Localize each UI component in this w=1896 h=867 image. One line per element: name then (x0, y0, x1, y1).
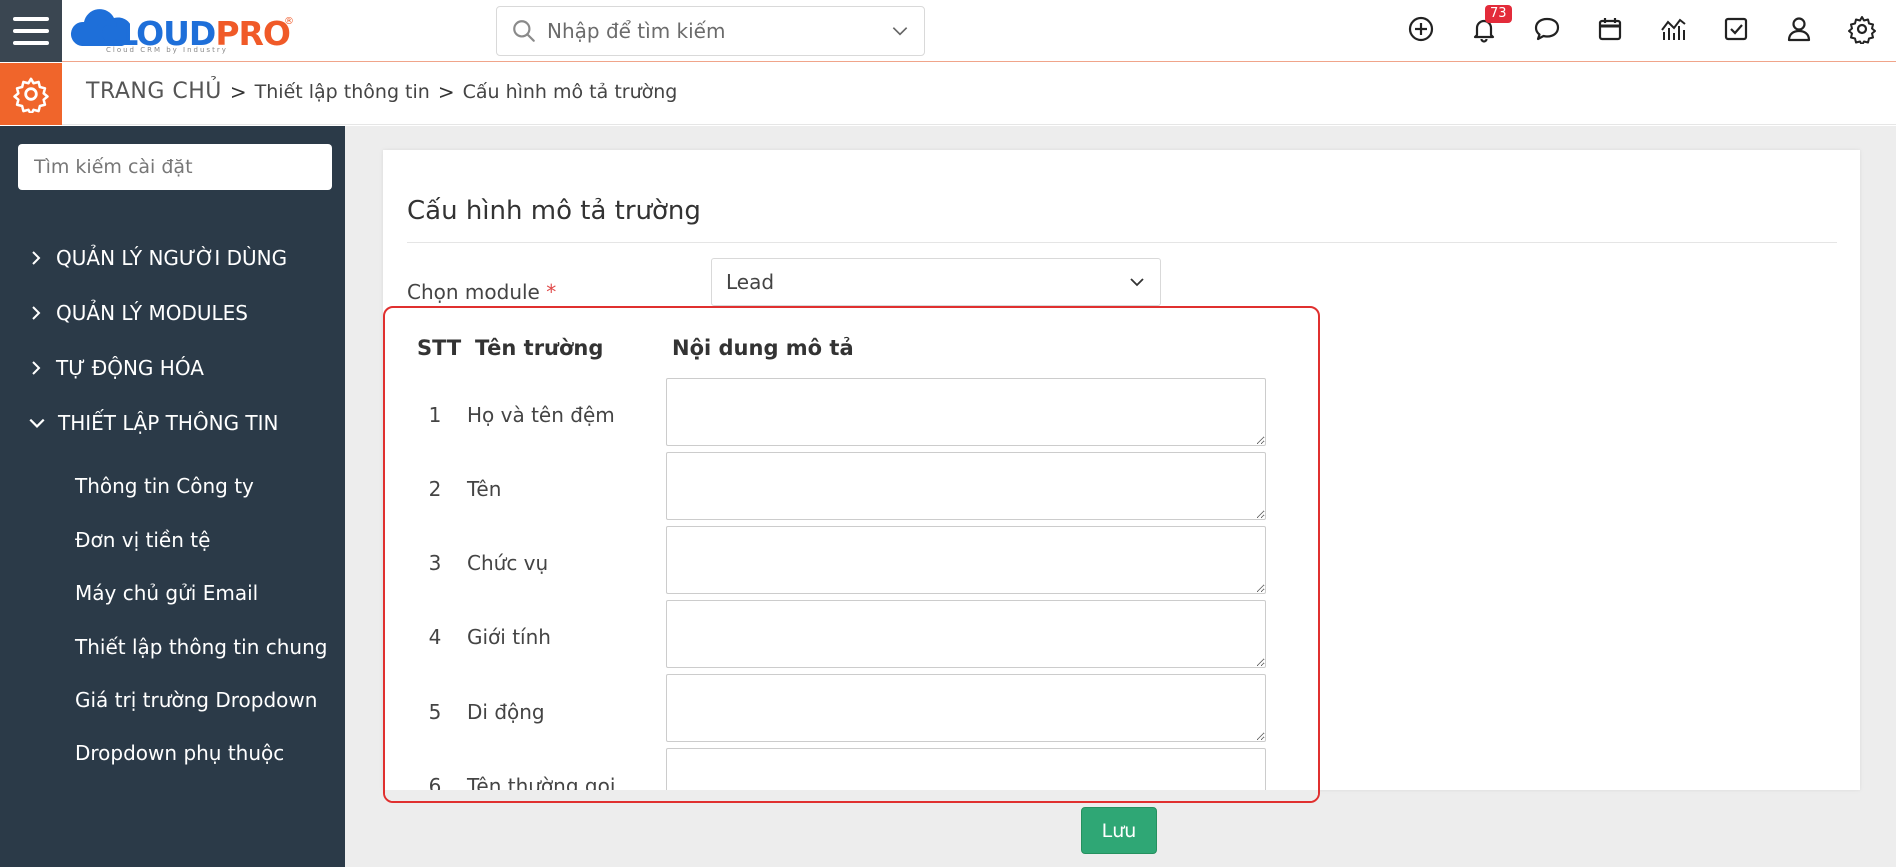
hamburger-menu-icon[interactable] (0, 0, 62, 62)
sidebar-group-label: QUẢN LÝ NGƯỜI DÙNG (56, 246, 288, 270)
breadcrumb-bar: TRANG CHỦ > Thiết lập thông tin > Cấu hì… (0, 63, 1896, 125)
row-field-name: Di động (467, 700, 545, 724)
row-field-name: Tên (467, 477, 502, 501)
row-number: 3 (428, 551, 442, 575)
task-check-icon[interactable] (1721, 14, 1751, 44)
gear-icon[interactable] (1847, 14, 1877, 46)
required-mark: * (546, 280, 557, 304)
page-title: Cấu hình mô tả trường (407, 196, 701, 226)
row-field-name: Chức vụ (467, 551, 549, 575)
row-number: 5 (428, 700, 442, 724)
sidebar-item-general-settings[interactable]: Thiết lập thông tin chung (75, 635, 327, 659)
sidebar-item-dependent-dropdown[interactable]: Dropdown phụ thuộc (75, 741, 284, 765)
global-search-input[interactable] (547, 19, 890, 43)
breadcrumb-separator: > (437, 79, 455, 104)
chevron-right-icon (32, 251, 41, 265)
global-search[interactable] (496, 6, 925, 56)
save-button[interactable]: Lưu (1081, 807, 1157, 854)
logo-registered-mark: ® (284, 16, 294, 27)
sidebar-group-label: THIẾT LẬP THÔNG TIN (58, 411, 279, 435)
sidebar-item-company-info[interactable]: Thông tin Công ty (75, 474, 254, 498)
search-icon (513, 20, 535, 42)
breadcrumb-level1[interactable]: Thiết lập thông tin (255, 81, 430, 103)
chevron-right-icon (32, 306, 41, 320)
description-textarea-5[interactable] (666, 674, 1266, 742)
report-chart-icon[interactable] (1658, 14, 1688, 44)
sidebar-group-module-management[interactable]: QUẢN LÝ MODULES (28, 301, 248, 325)
description-textarea-4[interactable] (666, 600, 1266, 668)
module-label: Chọn module * (407, 280, 556, 304)
sidebar-group-information-setup[interactable]: THIẾT LẬP THÔNG TIN (28, 411, 279, 435)
column-header-no: STT (417, 336, 462, 360)
sidebar-item-email-server[interactable]: Máy chủ gửi Email (75, 581, 258, 605)
chevron-right-icon (32, 361, 41, 375)
plus-circle-icon[interactable] (1406, 14, 1436, 44)
sidebar-group-label: TỰ ĐỘNG HÓA (56, 356, 204, 380)
breadcrumb: TRANG CHỦ > Thiết lập thông tin > Cấu hì… (86, 79, 677, 104)
field-description-table: STT Tên trường Nội dung mô tả 1 Họ và tê… (383, 306, 1320, 803)
module-select[interactable]: Lead (711, 258, 1161, 306)
settings-sidebar: QUẢN LÝ NGƯỜI DÙNG QUẢN LÝ MODULES TỰ ĐỘ… (0, 126, 345, 867)
breadcrumb-home[interactable]: TRANG CHỦ (86, 79, 222, 104)
notification-badge: 73 (1485, 5, 1512, 23)
module-label-text: Chọn module (407, 280, 540, 304)
sidebar-group-automation[interactable]: TỰ ĐỘNG HÓA (28, 356, 204, 380)
chevron-down-icon (29, 418, 45, 428)
module-select-value: Lead (726, 270, 775, 294)
top-header: CLOUDPRO ® Cloud CRM by Industry 73 (0, 0, 1896, 62)
breadcrumb-separator: > (229, 79, 247, 104)
sidebar-group-user-management[interactable]: QUẢN LÝ NGƯỜI DÙNG (28, 246, 287, 270)
logo-tagline: Cloud CRM by Industry (106, 46, 228, 54)
calendar-icon[interactable] (1595, 14, 1625, 44)
row-number: 2 (428, 477, 442, 501)
settings-search-input[interactable] (18, 144, 332, 190)
column-header-description: Nội dung mô tả (672, 336, 854, 360)
sidebar-group-label: QUẢN LÝ MODULES (56, 301, 248, 325)
sidebar-item-currency[interactable]: Đơn vị tiền tệ (75, 528, 210, 552)
description-textarea-1[interactable] (666, 378, 1266, 446)
cloudpro-logo[interactable]: CLOUDPRO ® Cloud CRM by Industry (70, 4, 300, 56)
column-header-field: Tên trường (475, 336, 604, 360)
main-content: Cấu hình mô tả trường Chọn module * Lead… (345, 126, 1896, 867)
chat-icon[interactable] (1532, 14, 1562, 44)
title-divider (407, 242, 1837, 243)
chevron-down-icon (1130, 278, 1144, 287)
scroll-fade (385, 790, 1318, 801)
row-number: 4 (428, 625, 442, 649)
header-actions: 73 (1406, 5, 1877, 46)
description-textarea-3[interactable] (666, 526, 1266, 594)
row-field-name: Giới tính (467, 625, 551, 649)
sidebar-item-dropdown-values[interactable]: Giá trị trường Dropdown (75, 688, 317, 712)
description-textarea-2[interactable] (666, 452, 1266, 520)
settings-gear-icon[interactable] (0, 63, 62, 125)
row-number: 1 (428, 403, 442, 427)
bell-icon[interactable]: 73 (1469, 5, 1512, 44)
breadcrumb-current: Cấu hình mô tả trường (462, 80, 678, 103)
user-icon[interactable] (1784, 14, 1814, 44)
chevron-down-icon[interactable] (890, 21, 910, 41)
row-field-name: Họ và tên đệm (467, 403, 615, 427)
